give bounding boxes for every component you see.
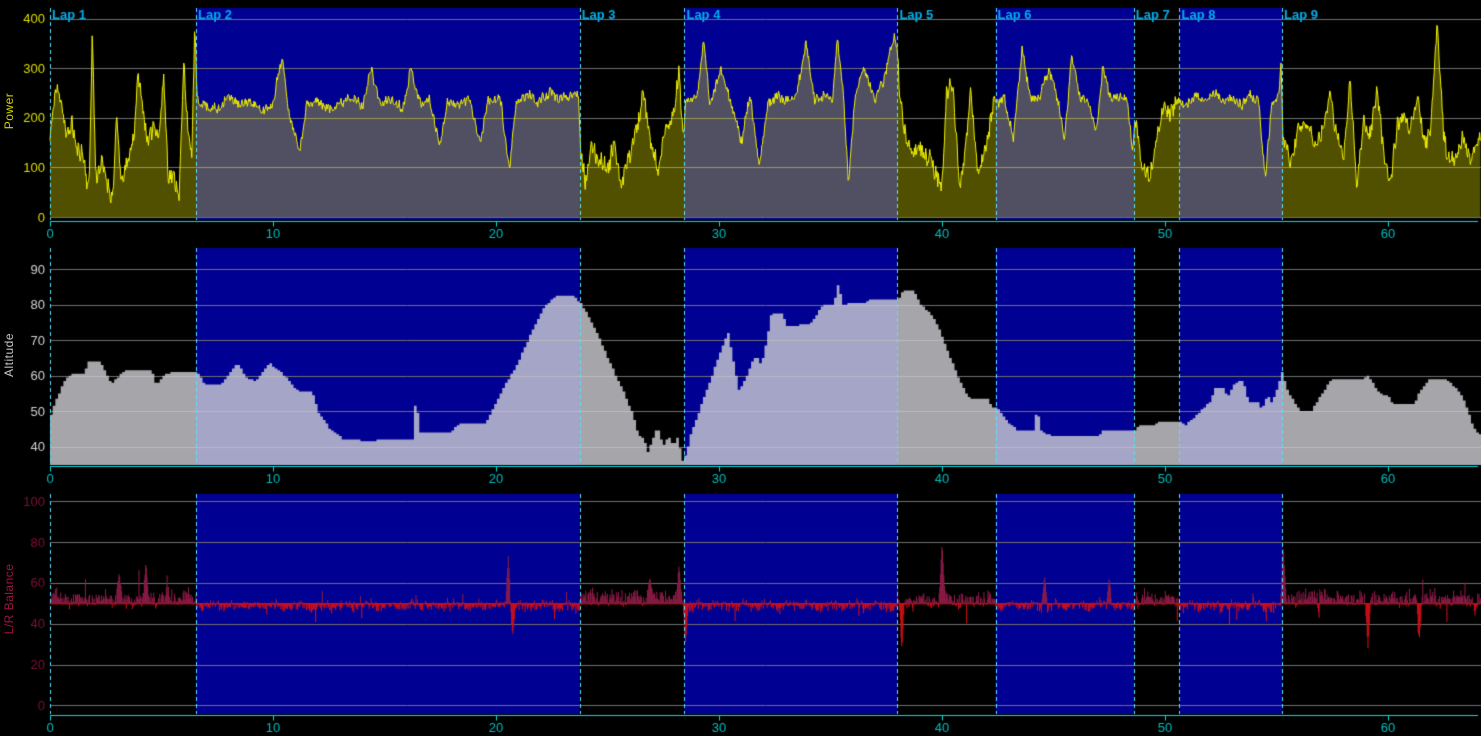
balance-chart-panel: L/R Balance [0,484,1481,736]
altitude-chart-panel: Altitude [0,244,1481,484]
power-chart-canvas[interactable] [0,0,1481,244]
ride-analysis-chart-stack: Power Altitude L/R Balance [0,0,1481,736]
altitude-chart-canvas[interactable] [0,244,1481,484]
power-chart-panel: Power [0,0,1481,244]
balance-chart-canvas[interactable] [0,484,1481,736]
